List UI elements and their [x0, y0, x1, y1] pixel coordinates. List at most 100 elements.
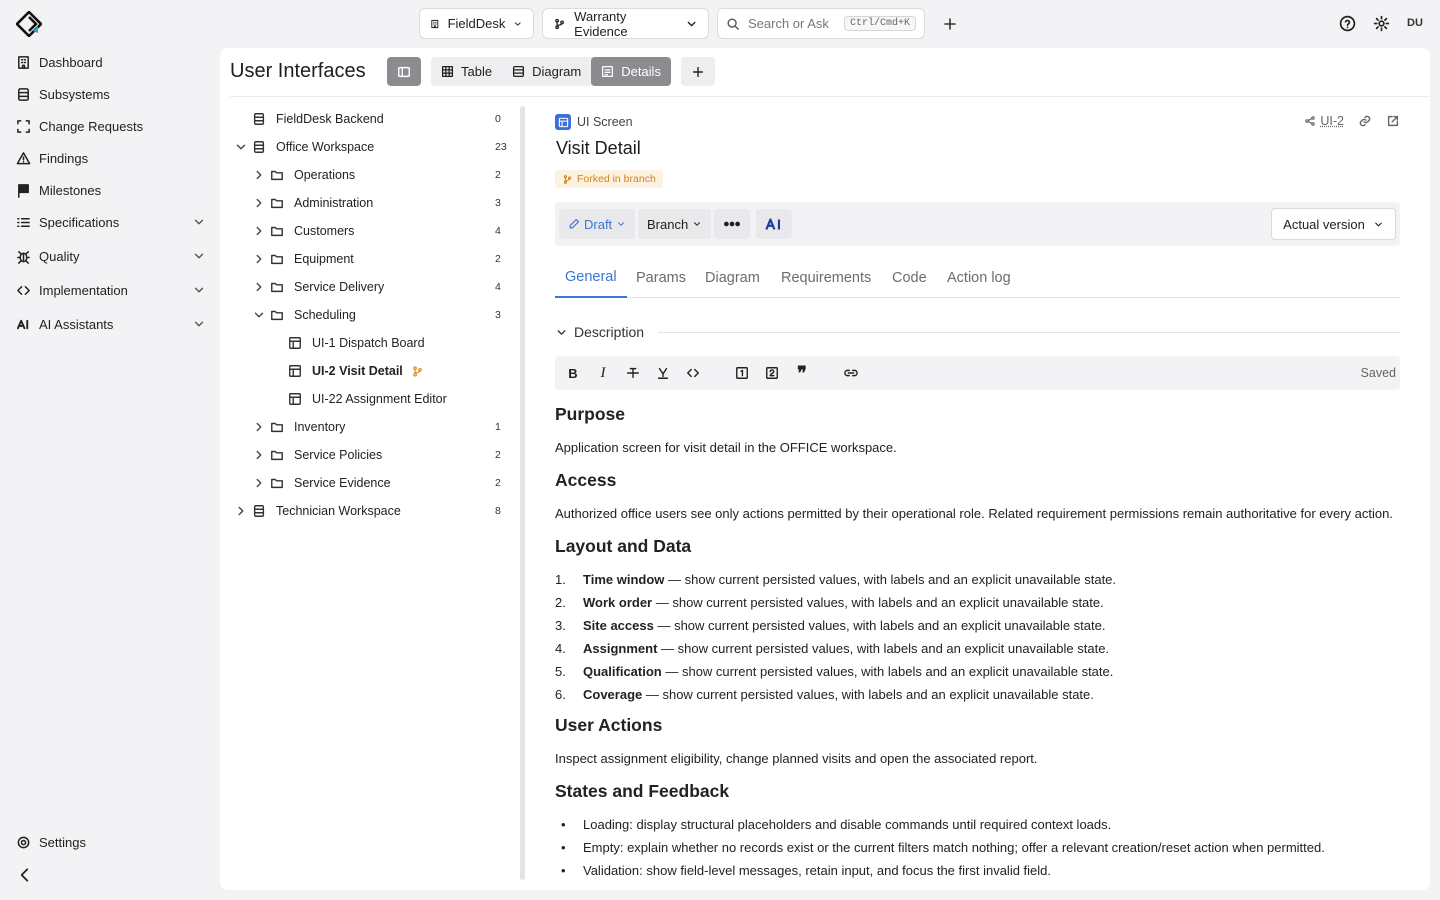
view-tab-diagram[interactable]: Diagram: [502, 57, 591, 86]
tree-count: 4: [495, 281, 501, 293]
tree-count: 1: [495, 421, 501, 433]
tree-item-ui-1[interactable]: UI-1 Dispatch Board: [288, 331, 425, 355]
bold-icon[interactable]: B: [563, 363, 583, 383]
sidebar-item-findings[interactable]: Findings: [16, 146, 206, 170]
entity-type-label: UI Screen: [577, 115, 633, 129]
top-right-actions: DU: [1336, 12, 1426, 34]
strikethrough-icon[interactable]: [623, 363, 643, 383]
branch-selector[interactable]: Warranty Evidence: [542, 8, 709, 39]
list-item: 5. Qualification — show current persisted…: [555, 664, 1114, 679]
branch-dropdown[interactable]: Branch: [638, 209, 712, 239]
tree-item-office-workspace[interactable]: Office Workspace: [234, 135, 374, 159]
share-icon: [1305, 116, 1316, 126]
chevron-down-icon: [236, 144, 246, 150]
chevron-right-icon: [256, 422, 262, 432]
tab-action-log[interactable]: Action log: [937, 258, 1021, 298]
view-tab-table[interactable]: Table: [431, 57, 502, 86]
italic-icon[interactable]: I: [593, 363, 613, 383]
more-actions-button[interactable]: [714, 209, 750, 239]
pane-splitter[interactable]: [520, 106, 525, 880]
sidebar-item-label: Findings: [39, 150, 89, 166]
tree-item-ui-2[interactable]: UI-2 Visit Detail: [288, 359, 424, 383]
tab-diagram[interactable]: Diagram: [695, 258, 770, 298]
building-icon: [431, 19, 439, 28]
heading-1-icon[interactable]: [732, 363, 752, 383]
toggle-tree-button[interactable]: [387, 57, 421, 86]
chevron-right-icon: [256, 254, 262, 264]
link-icon[interactable]: [1358, 114, 1372, 128]
blockquote-icon[interactable]: ❞: [792, 363, 812, 383]
help-button[interactable]: [1336, 12, 1358, 34]
folder-icon: [271, 198, 283, 209]
project-selector[interactable]: FieldDesk: [419, 8, 534, 39]
tree-item-ui-22[interactable]: UI-22 Assignment Editor: [288, 387, 447, 411]
sidebar-item-specifications[interactable]: Specifications: [16, 210, 206, 234]
tree-item-equipment[interactable]: Equipment: [252, 247, 354, 271]
top-bar: FieldDesk Warranty Evidence Search or As…: [0, 0, 1440, 48]
scan-icon: [17, 119, 30, 133]
description-content[interactable]: Purpose Application screen for visit det…: [555, 402, 1400, 880]
chevron-right-icon: [256, 198, 262, 208]
tab-requirements[interactable]: Requirements: [771, 258, 881, 298]
folder-icon: [271, 422, 283, 433]
tree-item-fielddesk-backend[interactable]: FieldDesk Backend: [252, 107, 384, 131]
list-item: 2. Work order — show current persisted va…: [555, 595, 1104, 610]
tree-count: 2: [495, 253, 501, 265]
app-logo-icon[interactable]: [16, 11, 42, 37]
sidebar-item-label: Settings: [39, 834, 86, 850]
settings-button[interactable]: [1370, 12, 1392, 34]
view-tab-details[interactable]: Details: [591, 57, 671, 86]
insert-link-icon[interactable]: [841, 363, 861, 383]
sidebar-item-subsystems[interactable]: Subsystems: [16, 82, 206, 106]
tree-count: 2: [495, 449, 501, 461]
add-view-button[interactable]: [681, 57, 715, 86]
tree-item-inventory[interactable]: Inventory: [252, 415, 345, 439]
tab-params[interactable]: Params: [626, 258, 696, 298]
user-avatar[interactable]: DU: [1404, 12, 1426, 34]
gear-icon: [17, 836, 30, 848]
tree-item-technician-workspace[interactable]: Technician Workspace: [234, 499, 401, 523]
tab-code[interactable]: Code: [882, 258, 937, 298]
sidebar-item-milestones[interactable]: Milestones: [16, 178, 206, 202]
entity-id-link[interactable]: UI-2: [1304, 114, 1344, 128]
save-status: Saved: [1360, 366, 1396, 380]
ui-screen-icon: [555, 114, 571, 130]
entity-id: UI-2: [1320, 114, 1344, 128]
status-dropdown[interactable]: Draft: [559, 209, 636, 239]
tree-item-service-delivery[interactable]: Service Delivery: [252, 275, 384, 299]
sidebar-item-ai-assistants[interactable]: AI Assistants: [16, 312, 206, 336]
list-icon: [17, 217, 30, 227]
tree-item-administration[interactable]: Administration: [252, 191, 373, 215]
sidebar-item-implementation[interactable]: Implementation: [16, 278, 206, 302]
chevron-down-icon: [515, 21, 522, 26]
database-icon: [18, 87, 29, 101]
ui-screen-icon: [289, 337, 301, 349]
tree-item-service-evidence[interactable]: Service Evidence: [252, 471, 391, 495]
tree-item-customers[interactable]: Customers: [252, 219, 354, 243]
database-icon: [253, 113, 265, 125]
code-icon[interactable]: [683, 363, 703, 383]
version-select[interactable]: Actual version: [1271, 208, 1396, 240]
sidebar-item-quality[interactable]: Quality: [16, 244, 206, 268]
search-box[interactable]: Search or Ask Ctrl/Cmd+K: [717, 8, 925, 39]
heading-2-icon[interactable]: [762, 363, 782, 383]
tree-item-operations[interactable]: Operations: [252, 163, 355, 187]
ai-assistant-button[interactable]: [756, 209, 792, 239]
tree-count: 3: [495, 197, 501, 209]
ai-icon: [16, 319, 29, 329]
page-title: User Interfaces: [230, 60, 366, 82]
tree-item-service-policies[interactable]: Service Policies: [252, 443, 382, 467]
tab-general[interactable]: General: [555, 258, 627, 298]
open-external-icon[interactable]: [1386, 114, 1400, 128]
sidebar-item-settings[interactable]: Settings: [16, 830, 206, 854]
chevron-right-icon: [256, 170, 262, 180]
gear-icon: [1373, 15, 1389, 31]
sidebar-item-dashboard[interactable]: Dashboard: [16, 50, 206, 74]
sidebar-item-change-requests[interactable]: Change Requests: [16, 114, 206, 138]
description-section-toggle[interactable]: Description: [555, 324, 1400, 340]
create-button[interactable]: [938, 12, 962, 36]
chevron-right-icon: [256, 478, 262, 488]
collapse-sidebar-icon[interactable]: [16, 866, 34, 884]
highlight-icon[interactable]: [653, 363, 673, 383]
tree-item-scheduling[interactable]: Scheduling: [252, 303, 356, 327]
